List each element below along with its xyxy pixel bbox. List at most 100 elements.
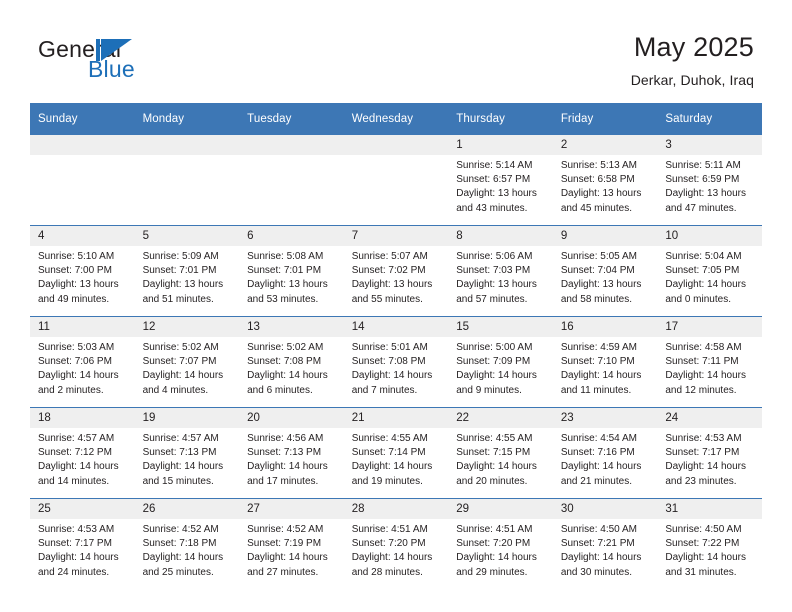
calendar-day-cell[interactable]: 3 Sunrise: 5:11 AM Sunset: 6:59 PM Daylight… [657,135,762,226]
calendar-day-cell-empty [30,135,135,226]
calendar-day-cell[interactable]: 25 Sunrise: 4:53 AM Sunset: 7:17 PM Dayligh… [30,498,135,589]
daylight-text-line2: and 7 minutes. [351,384,418,396]
day-number: 9 [552,226,658,246]
daylight-text-line1: Daylight: 13 hours [38,279,119,291]
calendar-day-cell[interactable]: 18 Sunrise: 4:57 AM Sunset: 7:12 PM Dayligh… [30,407,135,499]
daylight-text-line1: Daylight: 14 hours [665,370,746,382]
daylight-text-line1: Daylight: 14 hours [456,461,537,473]
weekday-header-saturday: Saturday [657,103,762,135]
general-blue-logo[interactable]: General Blue [38,36,238,88]
day-number: 22 [448,408,553,428]
calendar-week-row: 11 Sunrise: 5:03 AM Sunset: 7:06 PM Dayligh… [30,316,762,408]
day-number: 3 [657,135,762,155]
sunset-text: Sunset: 7:17 PM [38,538,112,550]
calendar-day-cell[interactable]: 28 Sunrise: 4:51 AM Sunset: 7:20 PM Dayligh… [343,498,449,589]
calendar-day-cell[interactable]: 21 Sunrise: 4:55 AM Sunset: 7:14 PM Dayligh… [343,407,449,499]
day-number: 12 [134,317,240,337]
calendar-day-cell[interactable]: 6 Sunrise: 5:08 AM Sunset: 7:01 PM Daylight… [239,225,344,317]
daylight-text-line1: Daylight: 14 hours [560,552,642,564]
calendar-day-cell[interactable]: 30 Sunrise: 4:50 AM Sunset: 7:21 PM Dayligh… [552,498,658,589]
calendar-day-cell[interactable]: 15 Sunrise: 5:00 AM Sunset: 7:09 PM Dayligh… [448,316,553,408]
day-details: Sunrise: 4:50 AM Sunset: 7:21 PM Daylight:… [553,519,658,580]
day-details: Sunrise: 5:02 AM Sunset: 7:07 PM Daylight:… [135,337,240,398]
day-number: 8 [448,226,553,246]
sunrise-text: Sunrise: 5:01 AM [351,342,428,353]
day-details: Sunrise: 4:51 AM Sunset: 7:20 PM Daylight:… [448,519,553,580]
daylight-text-line2: and 15 minutes. [142,475,214,487]
sunrise-text: Sunrise: 5:03 AM [38,342,115,353]
weekday-header-row: Sunday Monday Tuesday Wednesday Thursday… [30,103,762,135]
calendar-day-cell[interactable]: 20 Sunrise: 4:56 AM Sunset: 7:13 PM Dayligh… [239,407,344,499]
calendar-day-cell[interactable]: 12 Sunrise: 5:02 AM Sunset: 7:07 PM Dayligh… [134,316,240,408]
daylight-text-line2: and 12 minutes. [665,384,737,396]
calendar-day-cell[interactable]: 26 Sunrise: 4:52 AM Sunset: 7:18 PM Dayligh… [134,498,240,589]
daylight-text-line2: and 29 minutes. [456,566,528,578]
sunrise-text: Sunrise: 4:55 AM [456,433,533,444]
day-number: 24 [657,408,762,428]
calendar-week-row: 1 Sunrise: 5:14 AM Sunset: 6:57 PM Daylight… [30,135,762,226]
daylight-text-line1: Daylight: 13 hours [247,279,328,291]
calendar-day-cell[interactable]: 19 Sunrise: 4:57 AM Sunset: 7:13 PM Dayligh… [134,407,240,499]
calendar-day-cell[interactable]: 11 Sunrise: 5:03 AM Sunset: 7:06 PM Dayligh… [30,316,135,408]
sunset-text: Sunset: 7:05 PM [665,265,740,277]
day-number: 16 [552,317,658,337]
sunset-text: Sunset: 7:07 PM [142,356,217,368]
daylight-text-line2: and 23 minutes. [665,475,737,487]
day-details: Sunrise: 5:03 AM Sunset: 7:06 PM Daylight:… [30,337,135,398]
day-number: 18 [30,408,135,428]
sunset-text: Sunset: 7:02 PM [351,265,426,277]
calendar-day-cell[interactable]: 2 Sunrise: 5:13 AM Sunset: 6:58 PM Daylight… [552,135,658,226]
daylight-text-line2: and 6 minutes. [247,384,313,396]
calendar-table: Sunday Monday Tuesday Wednesday Thursday… [30,103,762,589]
day-number: 5 [134,226,240,246]
day-details: Sunrise: 4:57 AM Sunset: 7:13 PM Daylight:… [135,428,240,489]
day-number [343,135,449,155]
calendar-day-cell[interactable]: 16 Sunrise: 4:59 AM Sunset: 7:10 PM Dayligh… [552,316,658,408]
calendar-day-cell[interactable]: 24 Sunrise: 4:53 AM Sunset: 7:17 PM Dayligh… [657,407,762,499]
sunrise-text: Sunrise: 5:05 AM [560,251,637,262]
calendar-day-cell[interactable]: 22 Sunrise: 4:55 AM Sunset: 7:15 PM Dayligh… [448,407,553,499]
daylight-text-line1: Daylight: 13 hours [665,188,746,200]
daylight-text-line1: Daylight: 13 hours [351,279,433,291]
day-details: Sunrise: 4:55 AM Sunset: 7:15 PM Daylight:… [448,428,553,489]
calendar-week-row: 25 Sunrise: 4:53 AM Sunset: 7:17 PM Dayligh… [30,498,762,589]
sunset-text: Sunset: 7:04 PM [560,265,635,277]
weekday-header-tuesday: Tuesday [239,103,344,135]
calendar-day-cell[interactable]: 10 Sunrise: 5:04 AM Sunset: 7:05 PM Dayligh… [657,225,762,317]
day-details: Sunrise: 4:55 AM Sunset: 7:14 PM Daylight:… [344,428,449,489]
calendar-day-cell[interactable]: 29 Sunrise: 4:51 AM Sunset: 7:20 PM Dayligh… [448,498,553,589]
calendar-day-cell[interactable]: 4 Sunrise: 5:10 AM Sunset: 7:00 PM Daylight… [30,225,135,317]
sunset-text: Sunset: 7:13 PM [247,447,322,459]
calendar-week-row: 4 Sunrise: 5:10 AM Sunset: 7:00 PM Daylight… [30,225,762,317]
sunrise-text: Sunrise: 5:02 AM [142,342,219,353]
calendar-day-cell[interactable]: 1 Sunrise: 5:14 AM Sunset: 6:57 PM Daylight… [448,135,553,226]
sunset-text: Sunset: 7:03 PM [456,265,531,277]
daylight-text-line1: Daylight: 13 hours [456,188,537,200]
calendar-day-cell[interactable]: 8 Sunrise: 5:06 AM Sunset: 7:03 PM Daylight… [448,225,553,317]
daylight-text-line1: Daylight: 14 hours [665,461,746,473]
calendar-day-cell[interactable]: 9 Sunrise: 5:05 AM Sunset: 7:04 PM Daylight… [552,225,658,317]
calendar-day-cell[interactable]: 23 Sunrise: 4:54 AM Sunset: 7:16 PM Dayligh… [552,407,658,499]
sunrise-text: Sunrise: 4:55 AM [351,433,428,444]
daylight-text-line2: and 58 minutes. [560,293,632,305]
day-details: Sunrise: 4:58 AM Sunset: 7:11 PM Daylight:… [657,337,762,398]
page-header: General Blue May 2025 Derkar, Duhok, Ira… [0,0,792,100]
calendar-day-cell[interactable]: 5 Sunrise: 5:09 AM Sunset: 7:01 PM Daylight… [134,225,240,317]
calendar-day-cell[interactable]: 31 Sunrise: 4:50 AM Sunset: 7:22 PM Dayligh… [657,498,762,589]
calendar-day-cell[interactable]: 7 Sunrise: 5:07 AM Sunset: 7:02 PM Daylight… [343,225,449,317]
sunrise-text: Sunrise: 4:51 AM [351,524,428,535]
day-number: 27 [239,499,344,519]
daylight-text-line2: and 24 minutes. [38,566,110,578]
daylight-text-line1: Daylight: 14 hours [142,370,224,382]
daylight-text-line2: and 21 minutes. [560,475,632,487]
sunset-text: Sunset: 6:57 PM [456,174,531,186]
sunrise-text: Sunrise: 5:07 AM [351,251,428,262]
day-details: Sunrise: 5:07 AM Sunset: 7:02 PM Daylight:… [344,246,449,307]
title-block: May 2025 Derkar, Duhok, Iraq [631,30,754,90]
sunrise-text: Sunrise: 4:56 AM [247,433,324,444]
calendar-day-cell[interactable]: 13 Sunrise: 5:02 AM Sunset: 7:08 PM Dayligh… [239,316,344,408]
daylight-text-line2: and 14 minutes. [38,475,110,487]
calendar-day-cell[interactable]: 27 Sunrise: 4:52 AM Sunset: 7:19 PM Dayligh… [239,498,344,589]
calendar-day-cell[interactable]: 17 Sunrise: 4:58 AM Sunset: 7:11 PM Dayligh… [657,316,762,408]
calendar-day-cell[interactable]: 14 Sunrise: 5:01 AM Sunset: 7:08 PM Dayligh… [343,316,449,408]
